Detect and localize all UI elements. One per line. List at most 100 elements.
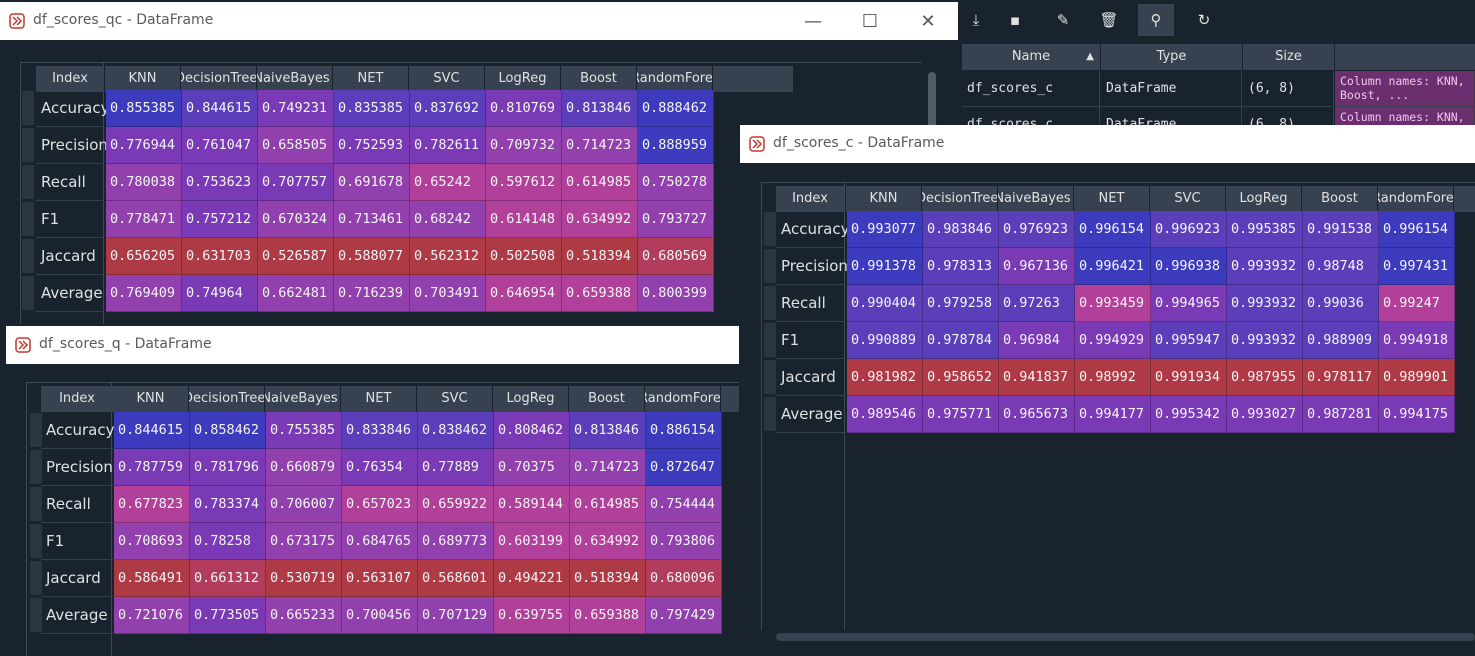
- column-header-decisiontree[interactable]: DecisionTree: [922, 186, 998, 212]
- download-button[interactable]: ⤓: [958, 4, 994, 36]
- table-cell[interactable]: 0.994177: [1075, 396, 1151, 433]
- column-header-knn[interactable]: KNN: [113, 386, 189, 412]
- column-header-boost[interactable]: Boost: [569, 386, 645, 412]
- table-cell[interactable]: 0.872647: [646, 449, 722, 486]
- table-cell[interactable]: 0.680096: [646, 560, 722, 597]
- row-marker[interactable]: [764, 212, 776, 246]
- table-cell[interactable]: 0.518394: [570, 560, 646, 597]
- table-cell[interactable]: 0.691678: [334, 164, 410, 201]
- table-cell[interactable]: 0.994965: [1151, 285, 1227, 322]
- table-cell[interactable]: 0.844615: [114, 412, 190, 449]
- table-cell[interactable]: 0.563107: [342, 560, 418, 597]
- table-cell[interactable]: 0.888462: [638, 90, 714, 127]
- column-header-boost[interactable]: Boost: [561, 66, 637, 92]
- save-as-button[interactable]: ✎: [1045, 4, 1081, 36]
- column-header-knn[interactable]: KNN: [105, 66, 181, 92]
- table-cell[interactable]: 0.991378: [847, 248, 923, 285]
- close-button[interactable]: ✕: [904, 2, 952, 40]
- table-cell[interactable]: 0.958652: [923, 359, 999, 396]
- table-cell[interactable]: 0.996154: [1379, 211, 1455, 248]
- table-cell[interactable]: 0.96984: [999, 322, 1075, 359]
- column-header-randomfore[interactable]: RandomFore: [1378, 186, 1454, 212]
- table-cell[interactable]: 0.721076: [114, 597, 190, 634]
- table-cell[interactable]: 0.855385: [106, 90, 182, 127]
- value-column-header[interactable]: [1335, 44, 1475, 70]
- column-header-net[interactable]: NET: [341, 386, 417, 412]
- table-cell[interactable]: 0.706007: [266, 486, 342, 523]
- table-cell[interactable]: 0.97263: [999, 285, 1075, 322]
- table-cell[interactable]: 0.707757: [258, 164, 334, 201]
- table-cell[interactable]: 0.603199: [494, 523, 570, 560]
- table-cell[interactable]: 0.657023: [342, 486, 418, 523]
- row-marker[interactable]: [22, 276, 34, 310]
- table-cell[interactable]: 0.659388: [570, 597, 646, 634]
- window-titlebar[interactable]: df_scores_q - DataFrame: [6, 326, 739, 364]
- table-cell[interactable]: 0.99247: [1379, 285, 1455, 322]
- table-cell[interactable]: 0.684765: [342, 523, 418, 560]
- table-cell[interactable]: 0.665233: [266, 597, 342, 634]
- table-cell[interactable]: 0.978117: [1303, 359, 1379, 396]
- row-marker[interactable]: [764, 249, 776, 283]
- table-cell[interactable]: 0.680569: [638, 238, 714, 275]
- table-cell[interactable]: 0.793727: [638, 201, 714, 238]
- table-cell[interactable]: 0.990889: [847, 322, 923, 359]
- table-cell[interactable]: 0.597612: [486, 164, 562, 201]
- table-cell[interactable]: 0.837692: [410, 90, 486, 127]
- table-cell[interactable]: 0.659388: [562, 275, 638, 312]
- index-column-header[interactable]: Index: [41, 386, 113, 412]
- table-cell[interactable]: 0.70375: [494, 449, 570, 486]
- table-cell[interactable]: 0.714723: [570, 449, 646, 486]
- search-button[interactable]: ⚲: [1138, 4, 1174, 36]
- column-header-naivebayes[interactable]: NaiveBayes: [257, 66, 333, 92]
- dataframe-window-q[interactable]: df_scores_q - DataFrame Index KNN Decision…: [6, 326, 739, 656]
- table-cell[interactable]: 0.661312: [190, 560, 266, 597]
- row-marker[interactable]: [764, 360, 776, 394]
- table-cell[interactable]: 0.614985: [570, 486, 646, 523]
- table-cell[interactable]: 0.991538: [1303, 211, 1379, 248]
- table-cell[interactable]: 0.670324: [258, 201, 334, 238]
- table-cell[interactable]: 0.993077: [847, 211, 923, 248]
- name-column-header[interactable]: Name ▲: [962, 44, 1101, 70]
- table-cell[interactable]: 0.808462: [494, 412, 570, 449]
- table-cell[interactable]: 0.781796: [190, 449, 266, 486]
- column-header-knn[interactable]: KNN: [846, 186, 922, 212]
- table-cell[interactable]: 0.996923: [1151, 211, 1227, 248]
- maximize-button[interactable]: ☐: [846, 2, 894, 40]
- table-cell[interactable]: 0.714723: [562, 127, 638, 164]
- table-cell[interactable]: 0.74964: [182, 275, 258, 312]
- table-cell[interactable]: 0.98748: [1303, 248, 1379, 285]
- row-marker[interactable]: [764, 397, 776, 431]
- row-marker[interactable]: [764, 286, 776, 320]
- column-header-boost[interactable]: Boost: [1302, 186, 1378, 212]
- table-cell[interactable]: 0.689773: [418, 523, 494, 560]
- table-cell[interactable]: 0.639755: [494, 597, 570, 634]
- table-cell[interactable]: 0.568601: [418, 560, 494, 597]
- table-cell[interactable]: 0.588077: [334, 238, 410, 275]
- column-header-logreg[interactable]: LogReg: [1226, 186, 1302, 212]
- table-cell[interactable]: 0.995947: [1151, 322, 1227, 359]
- table-cell[interactable]: 0.886154: [646, 412, 722, 449]
- table-cell[interactable]: 0.700456: [342, 597, 418, 634]
- table-cell[interactable]: 0.98992: [1075, 359, 1151, 396]
- table-cell[interactable]: 0.994175: [1379, 396, 1455, 433]
- table-cell[interactable]: 0.502508: [486, 238, 562, 275]
- table-cell[interactable]: 0.752593: [334, 127, 410, 164]
- size-column-header[interactable]: Size: [1243, 44, 1335, 70]
- table-cell[interactable]: 0.835385: [334, 90, 410, 127]
- table-cell[interactable]: 0.810769: [486, 90, 562, 127]
- column-header-naivebayes[interactable]: NaiveBayes: [998, 186, 1074, 212]
- window-titlebar[interactable]: df_scores_c - DataFrame: [740, 125, 1475, 163]
- row-marker[interactable]: [764, 323, 776, 357]
- table-cell[interactable]: 0.981982: [847, 359, 923, 396]
- table-cell[interactable]: 0.673175: [266, 523, 342, 560]
- table-cell[interactable]: 0.77889: [418, 449, 494, 486]
- table-cell[interactable]: 0.658505: [258, 127, 334, 164]
- table-cell[interactable]: 0.993027: [1227, 396, 1303, 433]
- table-cell[interactable]: 0.754444: [646, 486, 722, 523]
- table-cell[interactable]: 0.997431: [1379, 248, 1455, 285]
- table-cell[interactable]: 0.813846: [570, 412, 646, 449]
- table-cell[interactable]: 0.994918: [1379, 322, 1455, 359]
- table-cell[interactable]: 0.975771: [923, 396, 999, 433]
- table-cell[interactable]: 0.761047: [182, 127, 258, 164]
- row-marker[interactable]: [22, 239, 34, 273]
